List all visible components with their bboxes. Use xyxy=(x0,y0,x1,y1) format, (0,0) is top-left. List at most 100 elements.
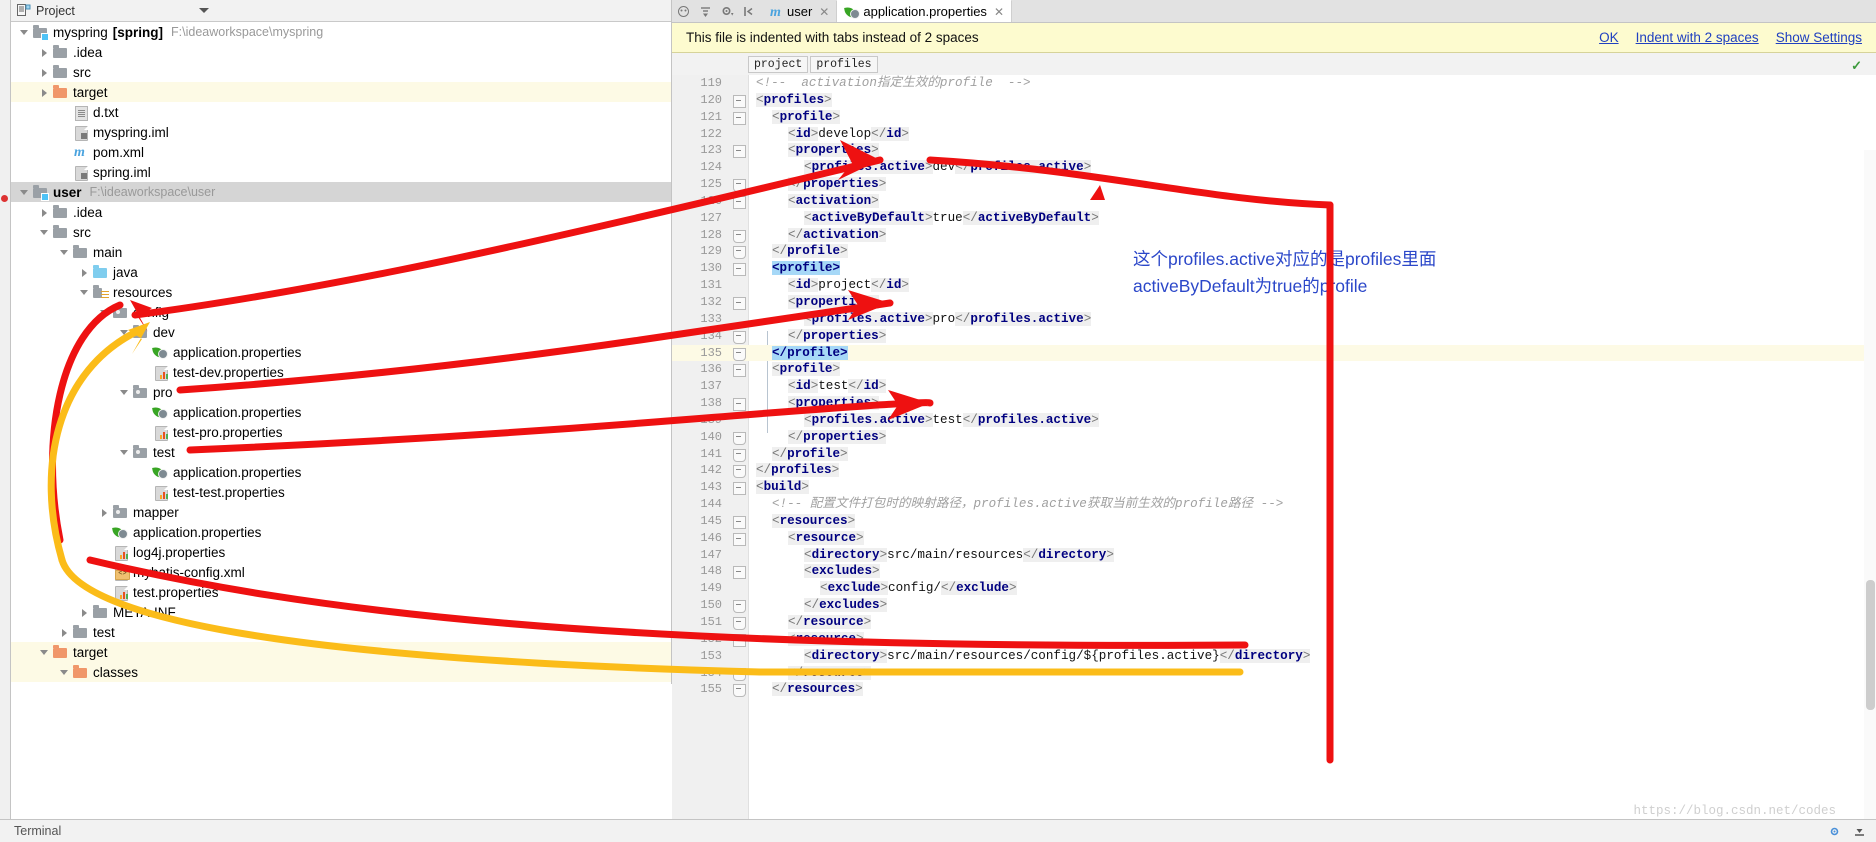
tree-node-mapper[interactable]: mapper xyxy=(11,502,671,522)
chevron-down-icon[interactable] xyxy=(99,307,110,318)
fold-toggle-icon[interactable] xyxy=(733,246,746,260)
code-line-148[interactable]: 148 <excludes> xyxy=(672,563,1876,580)
fold-toggle-icon[interactable] xyxy=(733,179,746,193)
fold-toggle-icon[interactable] xyxy=(733,600,746,614)
tab-user[interactable]: m user ✕ xyxy=(761,1,838,22)
tree-node-resources[interactable]: resources xyxy=(11,282,671,302)
fold-toggle-icon[interactable] xyxy=(733,617,746,630)
fold-toggle-icon[interactable] xyxy=(733,515,746,529)
fold-toggle-icon[interactable] xyxy=(733,532,746,546)
code-line-134[interactable]: 134 </properties> xyxy=(672,328,1876,345)
tree-node-application-properties[interactable]: application.properties xyxy=(11,342,671,362)
code-line-143[interactable]: 143 <build> xyxy=(672,479,1876,496)
tree-node-myspring-iml[interactable]: myspring.iml xyxy=(11,122,671,142)
fold-toggle-icon[interactable] xyxy=(733,684,746,698)
fold-toggle-icon[interactable] xyxy=(733,229,746,243)
hide-panel-icon[interactable] xyxy=(743,5,756,18)
tab-application-properties[interactable]: application.properties ✕ xyxy=(837,0,1012,22)
code-line-135[interactable]: 135 </profile> xyxy=(672,344,1876,362)
code-editor[interactable]: 119 <!-- activation指定生效的profile --> 120 <pr… xyxy=(672,75,1876,842)
code-line-150[interactable]: 150 </excludes> xyxy=(672,597,1876,614)
project-panel-header[interactable]: Project xyxy=(11,0,671,22)
tree-node-meta-inf[interactable]: META-INF xyxy=(11,602,671,622)
chevron-down-icon[interactable] xyxy=(59,667,70,678)
tree-node-java[interactable]: java xyxy=(11,262,671,282)
code-line-139[interactable]: 139 <profiles.active>test</profiles.activ… xyxy=(672,412,1876,429)
chevron-down-icon[interactable] xyxy=(59,247,70,258)
code-line-123[interactable]: 123 <properties> xyxy=(672,142,1876,159)
hide-icon[interactable] xyxy=(1853,825,1866,838)
code-line-125[interactable]: 125 </properties> xyxy=(672,176,1876,193)
fold-toggle-icon[interactable] xyxy=(733,633,746,647)
chevron-right-icon[interactable] xyxy=(99,507,110,518)
chevron-down-icon[interactable] xyxy=(79,287,90,298)
tree-node-test-dev-properties[interactable]: test-dev.properties xyxy=(11,362,671,382)
chevron-down-icon[interactable] xyxy=(119,447,130,458)
tree-node-log4j-properties[interactable]: log4j.properties xyxy=(11,542,671,562)
code-line-120[interactable]: 120 <profiles> xyxy=(672,92,1876,109)
fold-toggle-icon[interactable] xyxy=(733,448,746,462)
ok-link[interactable]: OK xyxy=(1599,30,1619,45)
fold-toggle-icon[interactable] xyxy=(733,482,746,496)
fold-toggle-icon[interactable] xyxy=(733,330,746,344)
code-line-142[interactable]: 142 </profiles> xyxy=(672,462,1876,479)
fold-toggle-icon[interactable] xyxy=(733,364,746,378)
fold-toggle-icon[interactable] xyxy=(733,296,746,310)
code-line-128[interactable]: 128 </activation> xyxy=(672,227,1876,244)
code-line-138[interactable]: 138 <properties> xyxy=(672,395,1876,412)
code-line-146[interactable]: 146 <resource> xyxy=(672,530,1876,547)
show-settings-link[interactable]: Show Settings xyxy=(1776,30,1862,45)
chevron-right-icon[interactable] xyxy=(39,87,50,98)
tree-node-test-pro-properties[interactable]: test-pro.properties xyxy=(11,422,671,442)
tree-node-test[interactable]: test xyxy=(11,442,671,462)
tree-node-myspring[interactable]: myspring [spring] F:\ideaworkspace\mysprin… xyxy=(11,22,671,42)
tree-node-main[interactable]: main xyxy=(11,242,671,262)
tree-node-target[interactable]: target xyxy=(11,82,671,102)
fold-toggle-icon[interactable] xyxy=(733,431,746,445)
chevron-down-icon[interactable] xyxy=(19,27,30,38)
terminal-tool-button[interactable]: Terminal xyxy=(14,824,61,838)
code-line-119[interactable]: 119 <!-- activation指定生效的profile --> xyxy=(672,75,1876,92)
tree-node-src[interactable]: src xyxy=(11,62,671,82)
fold-toggle-icon[interactable] xyxy=(733,465,746,479)
tree-node-classes[interactable]: classes xyxy=(11,662,671,682)
tree-node-target[interactable]: target xyxy=(11,642,671,662)
chevron-right-icon[interactable] xyxy=(39,207,50,218)
indent-with-2-spaces-link[interactable]: Indent with 2 spaces xyxy=(1636,30,1759,45)
fold-toggle-icon[interactable] xyxy=(733,667,746,681)
fold-toggle-icon[interactable] xyxy=(733,94,746,108)
tree-node-d-txt[interactable]: d.txt xyxy=(11,102,671,122)
scrollbar-thumb[interactable] xyxy=(1866,580,1875,710)
code-line-153[interactable]: 153 <directory>src/main/resources/config/… xyxy=(672,648,1876,665)
chevron-down-icon[interactable] xyxy=(119,327,130,338)
fold-toggle-icon[interactable] xyxy=(733,263,746,277)
chevron-down-icon[interactable] xyxy=(39,647,50,658)
editor-scrollbar[interactable] xyxy=(1864,150,1876,820)
tree-node-test[interactable]: test xyxy=(11,622,671,642)
close-icon[interactable]: ✕ xyxy=(994,5,1004,19)
chevron-right-icon[interactable] xyxy=(39,67,50,78)
code-line-140[interactable]: 140 </properties> xyxy=(672,429,1876,446)
tree-node-dev[interactable]: dev xyxy=(11,322,671,342)
code-line-152[interactable]: 152 <resource> xyxy=(672,631,1876,648)
collapse-all-icon[interactable] xyxy=(677,5,690,18)
tree-node-test-test-properties[interactable]: test-test.properties xyxy=(11,482,671,502)
code-line-141[interactable]: 141 </profile> xyxy=(672,446,1876,463)
breadcrumb-item-profiles[interactable]: profiles xyxy=(810,56,878,73)
fold-toggle-icon[interactable] xyxy=(733,111,746,125)
code-line-144[interactable]: 144 <!-- 配置文件打包时的映射路径，profiles.active获取当前… xyxy=(672,496,1876,513)
code-line-145[interactable]: 145 <resources> xyxy=(672,513,1876,530)
fold-toggle-icon[interactable] xyxy=(733,347,746,361)
chevron-right-icon[interactable] xyxy=(39,47,50,58)
tree-node-config[interactable]: config xyxy=(11,302,671,322)
code-line-122[interactable]: 122 <id>develop</id> xyxy=(672,126,1876,143)
fold-toggle-icon[interactable] xyxy=(733,398,746,412)
chevron-down-icon[interactable] xyxy=(199,8,209,13)
project-tree[interactable]: myspring [spring] F:\ideaworkspace\mysprin… xyxy=(11,22,671,684)
code-line-126[interactable]: 126 <activation> xyxy=(672,193,1876,210)
tree-node--idea[interactable]: .idea xyxy=(11,202,671,222)
code-line-151[interactable]: 151 </resource> xyxy=(672,614,1876,631)
fold-toggle-icon[interactable] xyxy=(733,195,746,209)
code-line-136[interactable]: 136 <profile> xyxy=(672,361,1876,378)
code-line-121[interactable]: 121 <profile> xyxy=(672,109,1876,126)
